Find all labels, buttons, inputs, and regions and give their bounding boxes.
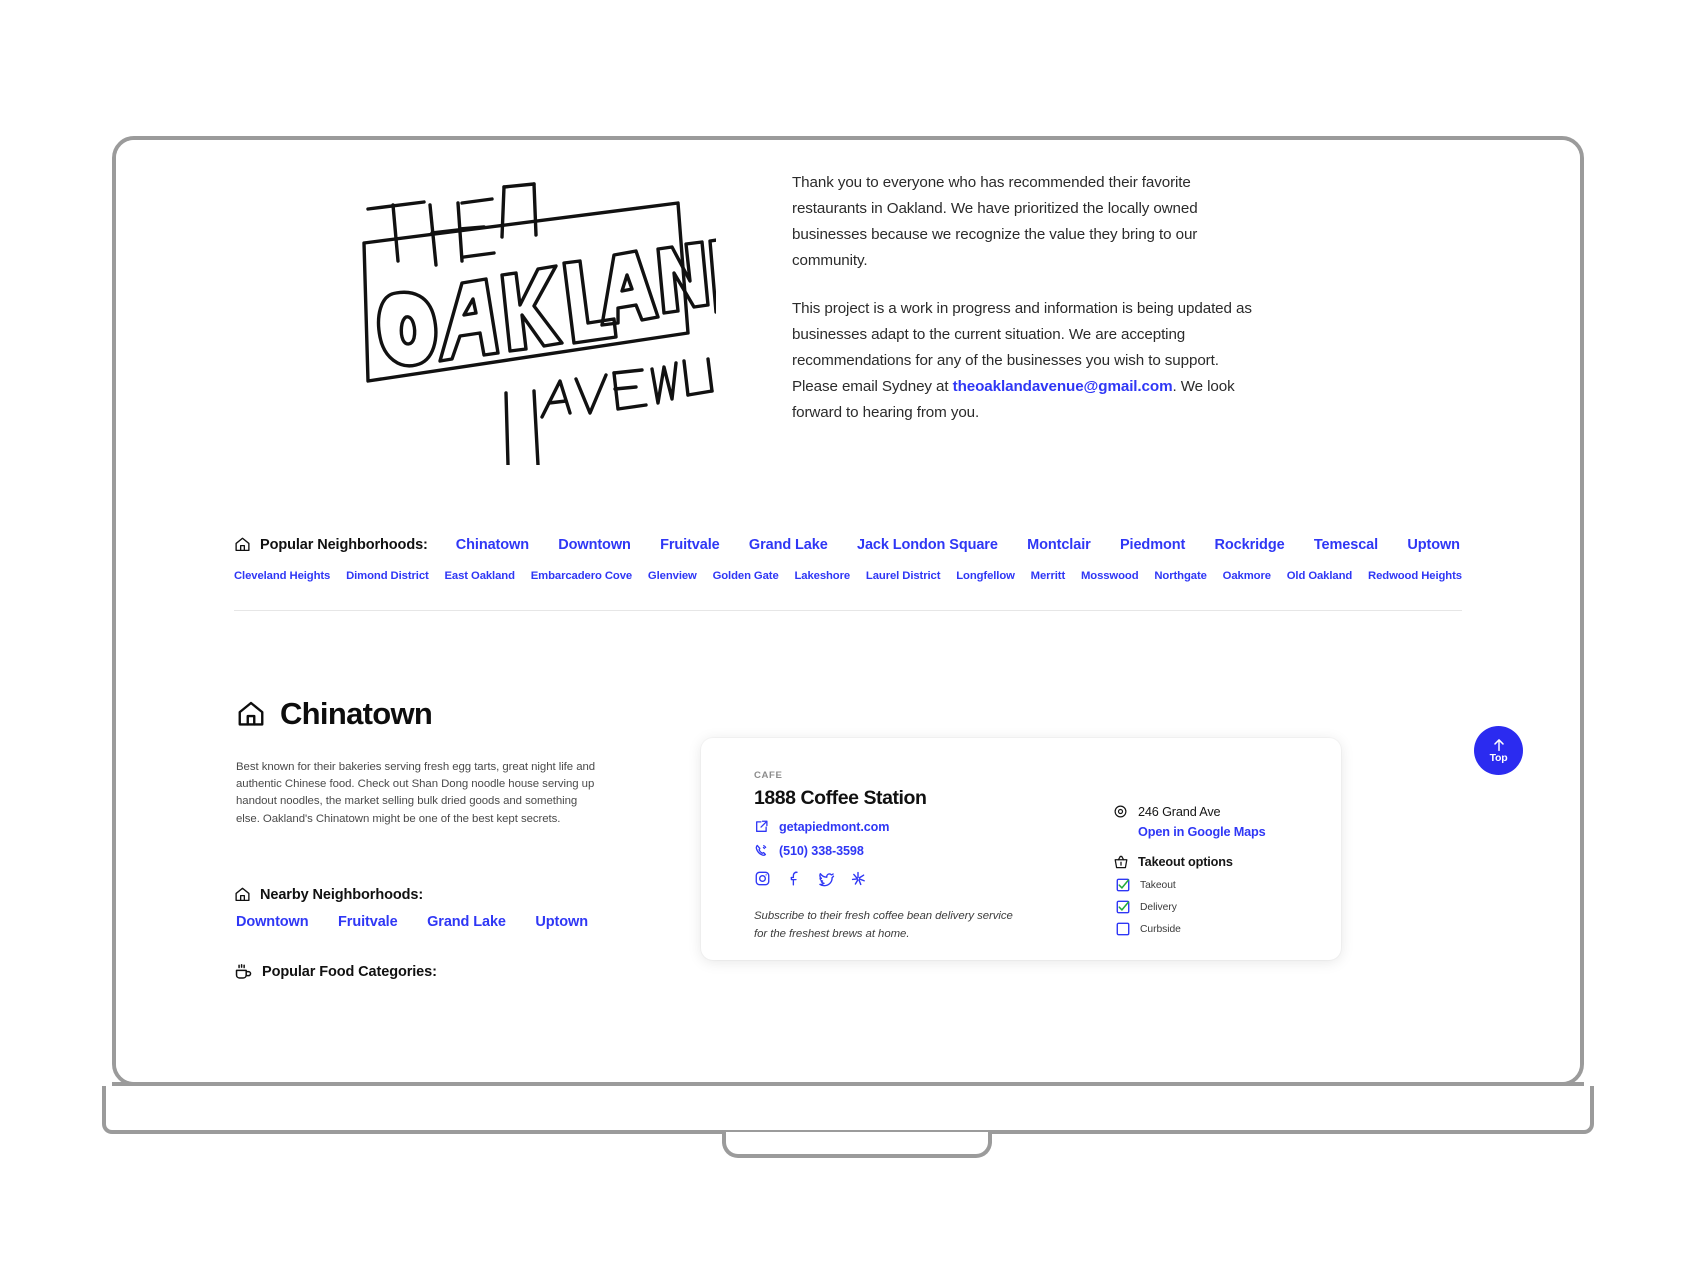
email-link[interactable]: theoaklandavenue@gmail.com bbox=[953, 378, 1173, 395]
neighborhood-link-grand-lake[interactable]: Grand Lake bbox=[749, 537, 828, 553]
secondary-neighborhoods-row: Cleveland Heights Dimond District East O… bbox=[234, 570, 1462, 582]
neighborhood-link-jack-london-square[interactable]: Jack London Square bbox=[857, 537, 998, 553]
hero-section: Thank you to everyone who has recommende… bbox=[116, 140, 1580, 510]
popular-neighborhoods-label: Popular Neighborhoods: bbox=[260, 536, 428, 553]
home-icon bbox=[234, 886, 251, 903]
business-address: 246 Grand Ave bbox=[1138, 804, 1221, 819]
back-to-top-button[interactable]: Top bbox=[1474, 726, 1523, 775]
neighborhood-link-mosswood[interactable]: Mosswood bbox=[1081, 570, 1139, 582]
laptop-mockup: Thank you to everyone who has recommende… bbox=[102, 136, 1594, 1158]
external-link-icon bbox=[754, 819, 769, 834]
option-delivery[interactable]: Delivery bbox=[1116, 900, 1313, 914]
open-in-google-maps-link[interactable]: Open in Google Maps bbox=[1138, 825, 1313, 839]
business-name: 1888 Coffee Station bbox=[754, 787, 927, 809]
oakland-avenue-logo bbox=[346, 165, 716, 465]
option-label: Delivery bbox=[1140, 901, 1177, 913]
business-phone-link[interactable]: (510) 338-3598 bbox=[779, 844, 864, 858]
business-note: Subscribe to their fresh coffee bean del… bbox=[754, 910, 1013, 940]
nearby-link-fruitvale[interactable]: Fruitvale bbox=[338, 914, 398, 930]
intro-paragraph-1: Thank you to everyone who has recommende… bbox=[792, 174, 1198, 269]
neighborhood-link-oakmore[interactable]: Oakmore bbox=[1223, 570, 1271, 582]
twitter-icon[interactable] bbox=[818, 870, 835, 887]
checkbox-unchecked-icon[interactable] bbox=[1116, 922, 1130, 936]
location-pin-icon bbox=[1113, 804, 1128, 819]
business-card[interactable]: CAFE 1888 Coffee Station getapiedmont.co… bbox=[701, 738, 1341, 960]
nearby-link-uptown[interactable]: Uptown bbox=[535, 914, 588, 930]
nearby-neighborhoods-label: Nearby Neighborhoods: bbox=[260, 886, 424, 903]
neighborhood-link-cleveland-heights[interactable]: Cleveland Heights bbox=[234, 570, 330, 582]
checkbox-checked-icon[interactable] bbox=[1116, 878, 1130, 892]
neighborhood-link-temescal[interactable]: Temescal bbox=[1314, 537, 1378, 553]
neighborhood-link-dimond-district[interactable]: Dimond District bbox=[346, 570, 429, 582]
business-category: CAFE bbox=[754, 770, 783, 781]
laptop-notch bbox=[722, 1132, 992, 1158]
laptop-base bbox=[102, 1086, 1594, 1134]
neighborhood-title: Chinatown bbox=[280, 696, 433, 731]
popular-food-categories: Popular Food Categories: bbox=[234, 962, 437, 981]
yelp-icon[interactable] bbox=[850, 870, 867, 887]
nearby-neighborhoods: Nearby Neighborhoods: Downtown Fruitvale… bbox=[234, 886, 604, 930]
popular-neighborhoods-links: Chinatown Downtown Fruitvale Grand Lake … bbox=[456, 537, 1462, 553]
neighborhood-link-fruitvale[interactable]: Fruitvale bbox=[660, 537, 720, 553]
takeout-options-header: Takeout options bbox=[1113, 854, 1313, 870]
coffee-cup-icon bbox=[234, 962, 253, 981]
neighborhood-link-longfellow[interactable]: Longfellow bbox=[956, 570, 1015, 582]
nearby-link-grand-lake[interactable]: Grand Lake bbox=[427, 914, 506, 930]
popular-food-categories-label: Popular Food Categories: bbox=[262, 963, 437, 980]
neighborhood-link-golden-gate[interactable]: Golden Gate bbox=[713, 570, 779, 582]
neighborhood-link-redwood-heights[interactable]: Redwood Heights bbox=[1368, 570, 1462, 582]
neighborhood-link-embarcadero-cove[interactable]: Embarcadero Cove bbox=[531, 570, 632, 582]
home-icon bbox=[236, 699, 266, 729]
divider bbox=[234, 610, 1462, 611]
basket-icon bbox=[1113, 854, 1129, 870]
phone-icon bbox=[754, 843, 769, 858]
business-social-links bbox=[754, 870, 1084, 887]
back-to-top-label: Top bbox=[1489, 752, 1508, 764]
business-phone-row: (510) 338-3598 bbox=[754, 843, 1084, 858]
option-takeout[interactable]: Takeout bbox=[1116, 878, 1313, 892]
neighborhood-link-lakeshore[interactable]: Lakeshore bbox=[794, 570, 850, 582]
takeout-options-title: Takeout options bbox=[1138, 855, 1233, 869]
page-title: Chinatown bbox=[236, 696, 433, 732]
neighborhood-link-east-oakland[interactable]: East Oakland bbox=[445, 570, 515, 582]
neighborhood-link-piedmont[interactable]: Piedmont bbox=[1120, 537, 1185, 553]
home-icon bbox=[234, 536, 251, 553]
option-curbside[interactable]: Curbside bbox=[1116, 922, 1313, 936]
laptop-screen: Thank you to everyone who has recommende… bbox=[112, 136, 1584, 1086]
webpage: Thank you to everyone who has recommende… bbox=[116, 140, 1580, 1082]
popular-neighborhoods-row: Popular Neighborhoods: Chinatown Downtow… bbox=[234, 536, 1462, 553]
neighborhood-link-glenview[interactable]: Glenview bbox=[648, 570, 697, 582]
neighborhood-link-rockridge[interactable]: Rockridge bbox=[1215, 537, 1285, 553]
neighborhood-link-merritt[interactable]: Merritt bbox=[1031, 570, 1066, 582]
instagram-icon[interactable] bbox=[754, 870, 771, 887]
business-website-row: getapiedmont.com bbox=[754, 819, 1084, 834]
nearby-link-downtown[interactable]: Downtown bbox=[236, 914, 309, 930]
business-website-link[interactable]: getapiedmont.com bbox=[779, 820, 889, 834]
intro-text: Thank you to everyone who has recommende… bbox=[792, 170, 1262, 426]
arrow-up-icon bbox=[1491, 737, 1507, 753]
neighborhood-link-chinatown[interactable]: Chinatown bbox=[456, 537, 529, 553]
business-address-row: 246 Grand Ave bbox=[1113, 804, 1313, 819]
neighborhood-link-downtown[interactable]: Downtown bbox=[558, 537, 631, 553]
facebook-icon[interactable] bbox=[786, 870, 803, 887]
neighborhood-link-uptown[interactable]: Uptown bbox=[1407, 537, 1460, 553]
neighborhood-description: Best known for their bakeries serving fr… bbox=[236, 761, 596, 825]
checkbox-checked-icon[interactable] bbox=[1116, 900, 1130, 914]
neighborhood-link-northgate[interactable]: Northgate bbox=[1154, 570, 1207, 582]
option-label: Curbside bbox=[1140, 923, 1181, 935]
intro-paragraph-2: This project is a work in progress and i… bbox=[792, 296, 1262, 426]
neighborhood-link-laurel-district[interactable]: Laurel District bbox=[866, 570, 941, 582]
neighborhood-link-montclair[interactable]: Montclair bbox=[1027, 537, 1091, 553]
nearby-neighborhoods-links: Downtown Fruitvale Grand Lake Uptown bbox=[236, 914, 588, 930]
neighborhood-link-old-oakland[interactable]: Old Oakland bbox=[1287, 570, 1353, 582]
option-label: Takeout bbox=[1140, 879, 1176, 891]
